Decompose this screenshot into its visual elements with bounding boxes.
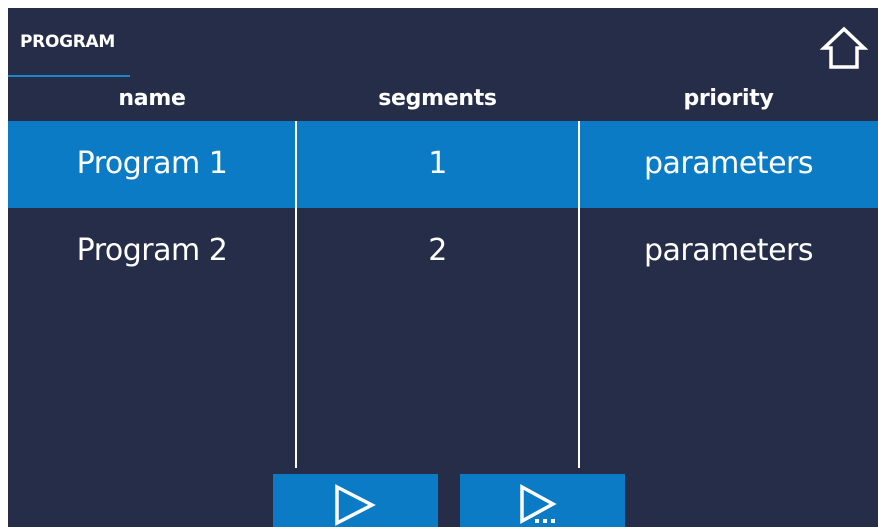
run-program-button[interactable] — [273, 474, 438, 527]
program-name-cell[interactable]: Program 1 — [8, 121, 296, 208]
title-underline — [8, 75, 130, 77]
segments-cell[interactable]: 2 — [296, 208, 579, 295]
home-button[interactable] — [818, 24, 870, 72]
run-from-segment-button[interactable] — [460, 474, 625, 527]
table-row-program-2[interactable]: Program 2 2 parameters — [8, 208, 878, 295]
home-icon — [819, 26, 869, 69]
column-header-segments[interactable]: segments — [296, 86, 579, 111]
page-title: PROGRAM — [20, 32, 116, 52]
column-header-name[interactable]: name — [8, 86, 296, 111]
column-divider — [295, 121, 297, 468]
program-screen: PROGRAM name segments priority Program 1… — [8, 8, 878, 527]
segments-cell[interactable]: 1 — [296, 121, 579, 208]
column-header-priority[interactable]: priority — [579, 86, 878, 111]
table-row-program-1[interactable]: Program 1 1 parameters — [8, 121, 878, 208]
play-icon — [335, 484, 376, 526]
column-divider — [578, 121, 580, 468]
priority-parameters-cell[interactable]: parameters — [579, 208, 878, 295]
program-name-cell[interactable]: Program 2 — [8, 208, 296, 295]
priority-parameters-cell[interactable]: parameters — [579, 121, 878, 208]
play-from-segment-icon — [520, 484, 557, 524]
